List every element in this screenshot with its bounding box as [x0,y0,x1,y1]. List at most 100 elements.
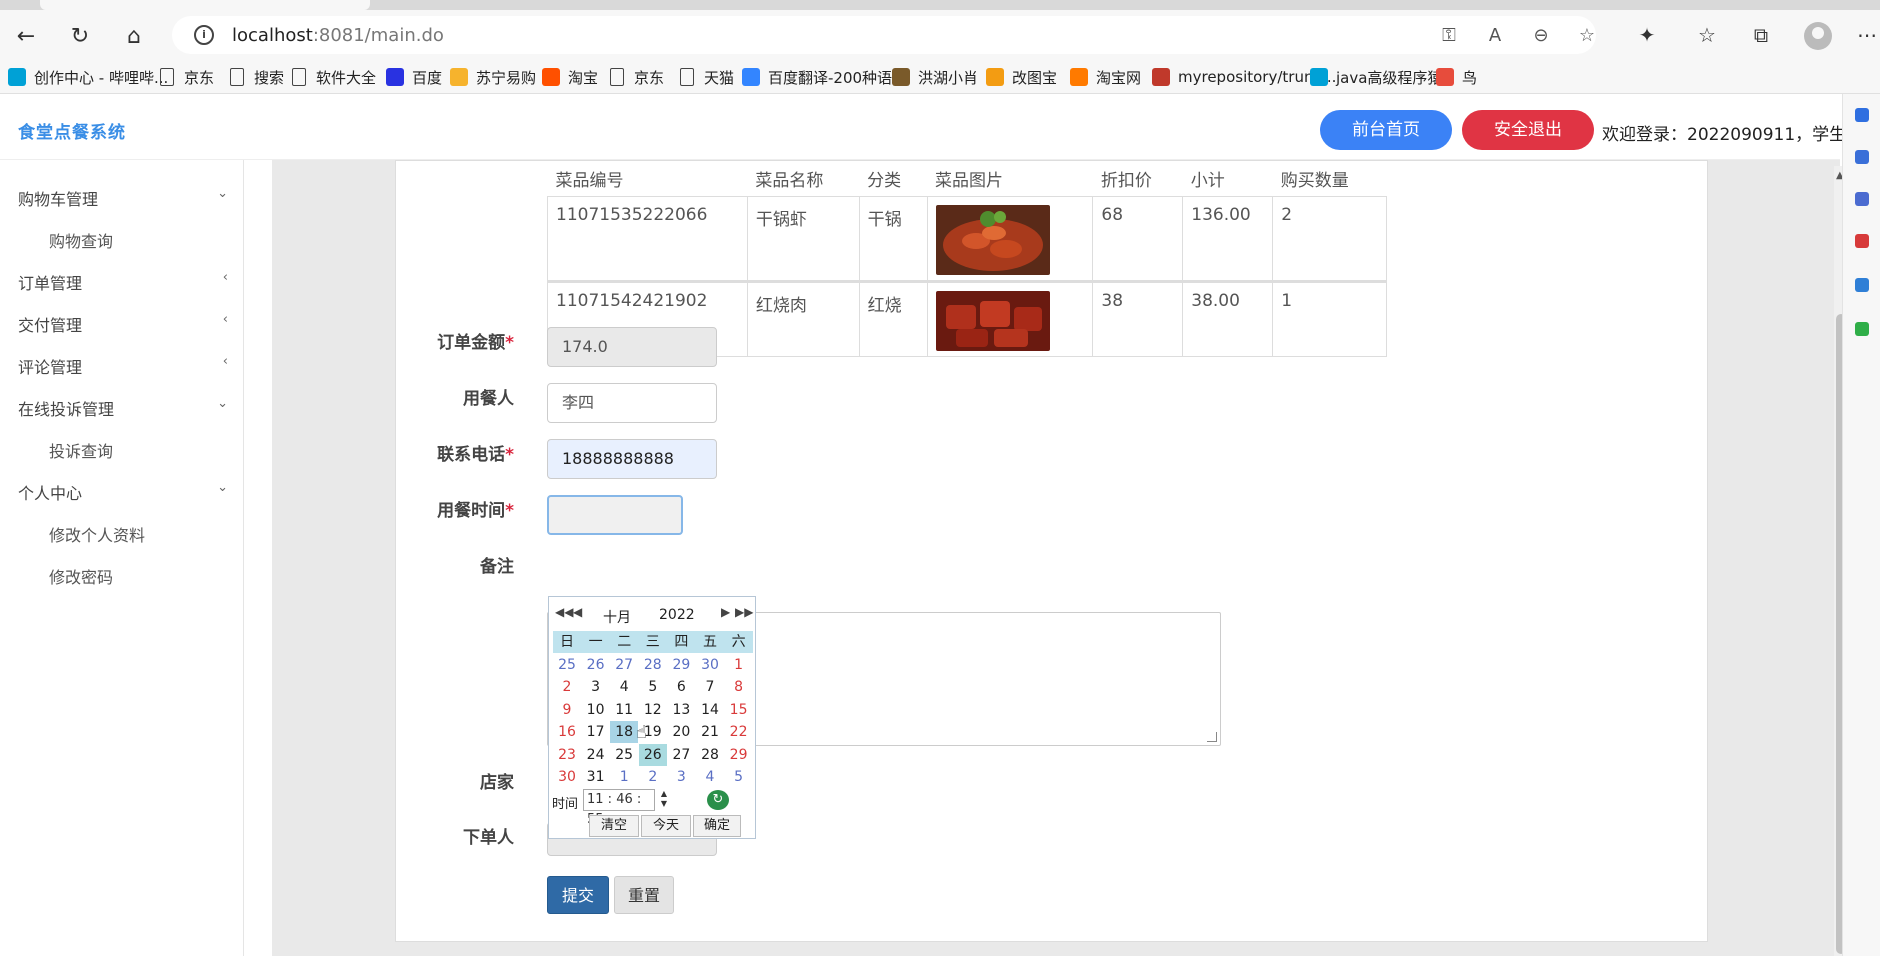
search-icon[interactable] [1855,108,1869,122]
bookmark-item[interactable]: 天猫 [680,67,734,87]
phone-field[interactable]: 18888888888 [547,439,717,479]
bookmark-item[interactable]: myrepository/trunk... [1152,67,1336,87]
bookmark-item[interactable]: 淘宝 [542,67,598,87]
address-bar[interactable]: i localhost:8081/main.do ⚿ A ⊖ ☆ [172,16,1596,54]
calendar-day[interactable]: 2 [553,676,581,698]
calendar-day[interactable]: 25 [610,744,638,766]
time-input[interactable]: 11 : 46 : 55 [583,789,655,827]
calendar-year[interactable]: 2022 [659,607,695,623]
sidebar-item-complaints[interactable]: 在线投诉管理 ⌄ [18,396,228,420]
extensions-icon[interactable]: ✦ [1634,22,1660,48]
calendar-day[interactable]: 16 [553,721,581,743]
meal-time-field[interactable] [547,495,683,535]
ok-button[interactable]: 确定 [693,815,741,837]
calendar-day[interactable]: 28 [639,654,667,676]
bookmark-item[interactable]: 软件大全 [292,67,376,87]
diner-field[interactable]: 李四 [547,383,717,423]
submit-button[interactable]: 提交 [547,876,609,914]
calendar-day[interactable]: 25 [553,654,581,676]
refresh-time-icon[interactable]: ↻ [707,790,729,810]
calendar-day[interactable]: 28 [696,744,724,766]
bookmark-item[interactable]: 京东 [610,67,664,87]
back-icon[interactable]: ← [12,22,40,50]
key-icon[interactable]: ⚿ [1438,25,1460,47]
calendar-day[interactable]: 2 [639,766,667,788]
calendar-day[interactable]: 22 [725,721,753,743]
today-button[interactable]: 今天 [641,815,691,837]
sidebar-item-orders[interactable]: 订单管理 ‹ [18,270,228,294]
games-icon[interactable] [1855,322,1869,336]
bookmark-item[interactable]: 百度 [386,67,442,87]
calendar-day[interactable]: 1 [725,654,753,676]
resize-grip-icon[interactable] [1207,732,1217,742]
active-tab[interactable] [40,0,370,10]
calendar-day[interactable]: 4 [610,676,638,698]
url-text[interactable]: localhost:8081/main.do [232,25,444,46]
calendar-day[interactable]: 15 [725,699,753,721]
bookmark-item[interactable]: 京东 [160,67,214,87]
site-info-icon[interactable]: i [194,25,214,45]
calendar-day[interactable]: 14 [696,699,724,721]
logout-button[interactable]: 安全退出 [1462,110,1594,150]
bookmark-item[interactable]: 苏宁易购 [450,67,536,87]
sidebar-item-profile[interactable]: 个人中心 ⌄ [18,480,228,504]
sidebar-sub-cart-query[interactable]: 购物查询 [49,228,113,252]
bookmark-item[interactable]: 改图宝 [986,67,1057,87]
bookmark-item[interactable]: 搜索 [230,67,284,87]
calendar-day[interactable]: 11 [610,699,638,721]
office-icon[interactable] [1855,234,1869,248]
calendar-day[interactable]: 1 [610,766,638,788]
calendar-day[interactable]: 21 [696,721,724,743]
calendar-day[interactable]: 5 [639,676,667,698]
calendar-day[interactable]: 9 [553,699,581,721]
calendar-day[interactable]: 23 [553,744,581,766]
calendar-day[interactable]: 5 [725,766,753,788]
bookmark-item[interactable]: 鸟 [1436,67,1477,87]
shopping-icon[interactable] [1855,150,1869,164]
calendar-day[interactable]: 6 [667,676,695,698]
calendar-day[interactable]: 30 [696,654,724,676]
outlook-icon[interactable] [1855,278,1869,292]
next-month-icon[interactable]: ▶ [721,605,730,619]
people-icon[interactable] [1855,192,1869,206]
profile-avatar[interactable] [1804,22,1832,50]
calendar-day[interactable]: 27 [610,654,638,676]
calendar-day[interactable]: 24 [582,744,610,766]
prev-month-icon[interactable]: ◀ [573,605,582,619]
amount-field[interactable]: 174.0 [547,327,717,367]
sidebar-item-comments[interactable]: 评论管理 ‹ [18,354,228,378]
calendar-day[interactable]: 31 [582,766,610,788]
sidebar-item-delivery[interactable]: 交付管理 ‹ [18,312,228,336]
bookmark-item[interactable]: 百度翻译-200种语... [742,67,906,87]
hour-value[interactable]: 11 [587,792,604,807]
zoom-out-icon[interactable]: ⊖ [1530,25,1552,47]
calendar-day[interactable]: 18 [610,721,639,744]
calendar-day[interactable]: 29 [667,654,695,676]
calendar-day[interactable]: 13 [667,699,695,721]
reload-icon[interactable]: ↻ [66,22,94,50]
calendar-day[interactable]: 26 [582,654,610,676]
calendar-day[interactable]: 3 [667,766,695,788]
time-spinner-icon[interactable]: ▲ ▼ [659,789,669,811]
calendar-day[interactable]: 30 [553,766,581,788]
add-favorite-icon[interactable]: ☆ [1576,25,1598,47]
favorites-icon[interactable]: ☆ [1694,22,1720,48]
sidebar-sub-complaint-query[interactable]: 投诉查询 [49,438,113,462]
clear-button[interactable]: 清空 [589,815,639,837]
next-year-icon[interactable]: ▶▶ [735,605,753,619]
prev-year-icon[interactable]: ◀◀ [555,605,573,619]
home-page-button[interactable]: 前台首页 [1320,110,1452,150]
calendar-day[interactable]: 17 [582,721,610,743]
bookmark-item[interactable]: 洪湖小肖 [892,67,978,87]
reset-button[interactable]: 重置 [614,876,674,914]
calendar-day[interactable]: 3 [582,676,610,698]
calendar-day[interactable]: 4 [696,766,724,788]
bookmark-item[interactable]: 创作中心 - 哔哩哔... [8,67,168,87]
calendar-day[interactable]: 7 [696,676,724,698]
minute-value[interactable]: 46 [616,792,633,807]
sidebar-sub-change-password[interactable]: 修改密码 [49,564,113,588]
home-icon[interactable]: ⌂ [120,22,148,50]
sidebar-item-cart[interactable]: 购物车管理 ⌄ [18,186,228,210]
bookmark-item[interactable]: java高级程序猿 [1310,67,1442,87]
calendar-day[interactable]: 27 [667,744,695,766]
